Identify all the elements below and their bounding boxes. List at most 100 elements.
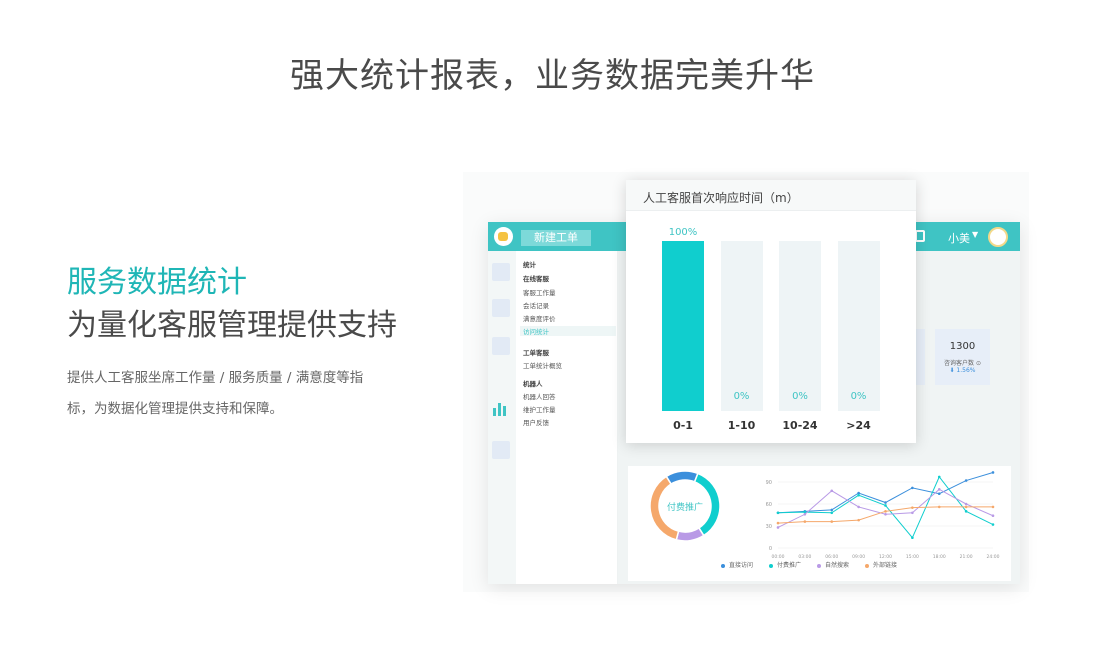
series-point <box>911 506 914 509</box>
series-point <box>911 536 914 540</box>
bar-category-label: 10-24 <box>782 419 818 432</box>
donut-slice <box>675 526 705 542</box>
x-tick-label: 15:00 <box>906 554 919 560</box>
stat-value: 1300 <box>949 341 976 352</box>
icon-rail <box>488 251 516 584</box>
bar[interactable] <box>662 241 704 411</box>
bar-value-label: 100% <box>668 227 698 238</box>
y-tick-label: 0 <box>769 546 772 552</box>
user-name[interactable]: 小美 <box>948 230 970 246</box>
series-point <box>776 521 780 525</box>
series-point <box>830 511 834 515</box>
stat-card: 1300 咨询客户数 ⊙ ⬇ 1.56% <box>935 329 990 385</box>
legend-dot-icon <box>817 563 821 568</box>
series-point <box>937 488 941 491</box>
donut-slice <box>665 470 699 486</box>
x-tick-label: 18:00 <box>933 554 946 560</box>
feature-title: 服务数据统计 <box>67 265 247 300</box>
legend-item[interactable]: 付费推广 <box>769 560 801 569</box>
bar-category-label: 1-10 <box>727 419 756 432</box>
series-point <box>830 508 834 512</box>
bar-value-label: 0% <box>792 391 808 402</box>
donut-center-label: 付费推广 <box>666 503 703 513</box>
bar-value-label: 0% <box>850 391 867 402</box>
nav-item[interactable]: 会话记录 <box>523 300 549 310</box>
series-point <box>964 479 968 482</box>
series-point <box>991 505 995 509</box>
series-point <box>803 520 807 523</box>
legend-label: 自然搜索 <box>825 562 850 569</box>
stats-nav: 统计在线客服客服工作量会话记录满意度评价访问统计工单客服工单统计概览 机器人机器人… <box>516 251 618 584</box>
stat-label: 咨询客户数 ⊙ <box>944 360 981 367</box>
series-point <box>884 512 887 516</box>
notification-icon[interactable] <box>915 230 925 242</box>
feature-subtitle: 为量化客服管理提供支持 <box>67 308 397 343</box>
nav-group-label: 工单客服 <box>523 349 549 357</box>
nav-item[interactable]: 维护工作量 <box>523 404 556 414</box>
series-point <box>830 520 834 523</box>
popup-header: 人工客服首次响应时间（m） <box>626 180 916 211</box>
legend-item[interactable]: 外部链接 <box>865 560 897 569</box>
bar-track <box>779 241 821 411</box>
nav-item[interactable]: 访问统计 <box>520 326 616 336</box>
legend-dot-icon <box>865 563 869 568</box>
series-point <box>964 505 968 509</box>
series-point <box>911 511 914 515</box>
x-tick-label: 09:00 <box>852 554 865 560</box>
rail-stats-icon[interactable] <box>493 402 509 416</box>
series-point <box>991 471 995 474</box>
series-point <box>991 514 995 518</box>
bar-track <box>662 241 704 411</box>
chevron-down-icon[interactable]: ▼ <box>972 230 978 239</box>
response-time-popup: 人工客服首次响应时间（m） 100% 0-1 0% 1-10 0% 10-24 0% >24 <box>626 180 916 443</box>
y-tick-label: 30 <box>766 524 772 530</box>
series-point <box>857 505 860 509</box>
series-point <box>991 523 995 526</box>
bar-category-label: 0-1 <box>673 419 693 432</box>
bar-value-label: 0% <box>733 391 750 402</box>
y-tick-label: 90 <box>766 480 772 486</box>
series-point <box>937 475 941 479</box>
series-point <box>830 489 834 493</box>
avatar[interactable] <box>988 227 1008 247</box>
rail-settings-icon[interactable] <box>492 441 510 459</box>
bar-track <box>837 241 880 411</box>
nav-item[interactable]: 用户反馈 <box>523 417 549 427</box>
popup-title: 人工客服首次响应时间（m） <box>643 191 799 205</box>
series-point <box>964 502 968 506</box>
legend-item[interactable]: 自然搜索 <box>817 560 849 569</box>
page-headline: 强大统计报表，业务数据完美升华 <box>290 56 815 96</box>
new-ticket-button[interactable]: 新建工单 <box>521 230 591 246</box>
nav-item[interactable]: 机器人回答 <box>523 391 556 401</box>
x-tick-label: 24:00 <box>987 554 1000 560</box>
bar-track <box>720 241 763 411</box>
series-point <box>776 526 780 529</box>
nav-group-label: 机器人 <box>523 380 543 388</box>
legend-dot-icon <box>721 563 725 568</box>
series-point <box>911 486 914 490</box>
nav-item[interactable]: 工单统计概览 <box>523 360 562 370</box>
nav-item[interactable]: 客服工作量 <box>523 287 556 297</box>
x-tick-label: 21:00 <box>960 554 973 560</box>
legend-label: 外部链接 <box>873 562 898 569</box>
series-point <box>964 510 968 513</box>
rail-ticket-icon[interactable] <box>492 337 510 355</box>
series-point <box>857 518 860 522</box>
rail-home-icon[interactable] <box>492 263 510 281</box>
nav-item[interactable]: 满意度评价 <box>523 313 556 323</box>
series-point <box>776 511 780 515</box>
nav-group-label: 在线客服 <box>523 275 549 283</box>
app-logo-icon <box>494 227 513 246</box>
stat-change: ⬇ 1.56% <box>949 367 976 374</box>
bar-category-label: >24 <box>846 419 871 432</box>
legend-item[interactable]: 直接访问 <box>721 560 753 569</box>
legend-label: 直接访问 <box>729 562 754 569</box>
series-point <box>803 512 807 516</box>
feature-description: 提供人工客服坐席工作量 / 服务质量 / 满意度等指标，为数据化管理提供支持和保… <box>67 370 364 417</box>
series-point <box>884 504 887 507</box>
series-point <box>937 492 941 496</box>
nav-group-label: 统计 <box>523 261 536 269</box>
rail-chat-icon[interactable] <box>492 299 510 317</box>
series-point <box>937 505 941 509</box>
y-tick-label: 60 <box>766 502 772 508</box>
